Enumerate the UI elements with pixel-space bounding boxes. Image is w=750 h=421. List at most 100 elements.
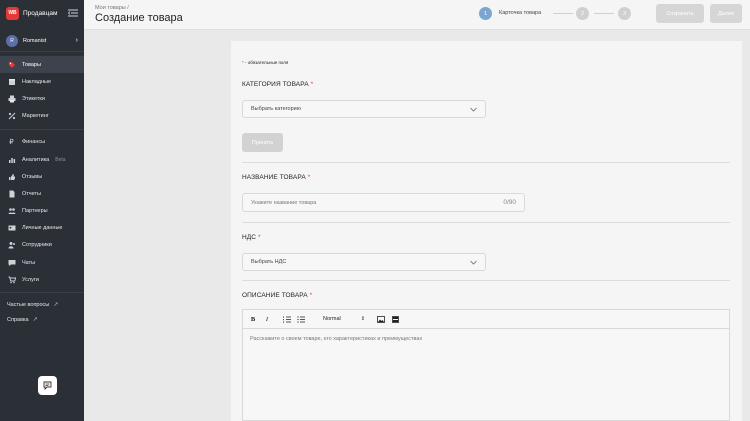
- menu-collapse-icon[interactable]: [68, 9, 78, 17]
- sidebar-item-employees[interactable]: Сотрудники: [0, 237, 84, 254]
- sidebar-item-reviews[interactable]: Отзывы: [0, 168, 84, 185]
- id-card-icon: [7, 224, 16, 233]
- printer-icon: [7, 94, 16, 103]
- user-name: Romanist: [23, 37, 47, 44]
- next-button[interactable]: Далее: [710, 4, 742, 23]
- name-label: НАЗВАНИЕ ТОВАРА *: [242, 174, 311, 181]
- product-name-input[interactable]: Укажите название товара 0/90: [242, 193, 525, 212]
- image-icon[interactable]: [377, 314, 385, 324]
- step-1-label: Карточка товара: [499, 10, 542, 16]
- text-format-value: Normal: [323, 316, 341, 322]
- support-chat-button[interactable]: [38, 376, 57, 395]
- sidebar-item-personal-data[interactable]: Личные данные: [0, 220, 84, 237]
- breadcrumb[interactable]: Мои товары /: [95, 5, 129, 11]
- sidebar-item-analytics[interactable]: Аналитика Beta: [0, 151, 84, 168]
- sidebar-item-label: Партнеры: [22, 208, 48, 215]
- sidebar-item-labels[interactable]: Этикетки: [0, 90, 84, 107]
- sidebar-item-label: Чаты: [22, 259, 36, 266]
- avatar: R: [6, 34, 18, 47]
- sidebar-item-marketing[interactable]: Маркетинг: [0, 108, 84, 125]
- user-profile[interactable]: R Romanist ›: [0, 30, 84, 52]
- sidebar-item-chats[interactable]: Чаты: [0, 254, 84, 271]
- description-label: ОПИСАНИЕ ТОВАРА *: [242, 292, 313, 299]
- thumbs-icon: [7, 172, 16, 181]
- users-icon: [7, 241, 16, 250]
- percent-icon: [7, 112, 16, 121]
- divider: [0, 128, 84, 130]
- editor-toolbar: B I Normal ⇕: [243, 310, 729, 329]
- vat-label: НДС *: [242, 234, 261, 241]
- chevron-down-icon: [469, 259, 477, 265]
- box-icon: [7, 77, 16, 86]
- description-placeholder: Расскажите о своем товаре, его характери…: [250, 336, 423, 342]
- sidebar-nav: Товары Накладные Этикетки Маркетинг ₽ Фи…: [0, 52, 84, 327]
- product-form: * - обязательные поля КАТЕГОРИЯ ТОВАРА *…: [231, 41, 742, 421]
- sidebar-item-services[interactable]: Услуги: [0, 271, 84, 288]
- sidebar-item-label: Этикетки: [22, 95, 45, 102]
- brand: WB Продавцам: [0, 0, 84, 26]
- sidebar-item-label: Отчеты: [22, 190, 42, 197]
- sidebar-item-invoices[interactable]: Накладные: [0, 73, 84, 90]
- sidebar-item-label: Личные данные: [22, 225, 63, 232]
- external-link-icon: ↗: [53, 302, 59, 309]
- sidebar-item-products[interactable]: Товары: [0, 56, 84, 74]
- sidebar-item-label: Сотрудники: [22, 242, 52, 249]
- step-3: 3: [618, 7, 631, 20]
- ruble-icon: ₽: [9, 139, 14, 147]
- sidebar-item-label: Финансы: [22, 139, 46, 146]
- sidebar-item-reports[interactable]: Отчеты: [0, 185, 84, 202]
- page-header: Мои товары / Создание товара 1 Карточка …: [84, 0, 750, 30]
- chevron-right-icon: ›: [75, 37, 78, 44]
- faq-link-label: Частые вопросы: [7, 301, 50, 308]
- up-down-icon: ⇕: [360, 316, 365, 322]
- tag-icon: [7, 60, 16, 69]
- product-name-placeholder: Укажите название товара: [251, 199, 317, 206]
- step-1: 1: [479, 7, 492, 20]
- category-select-value: Выбрать категорию: [251, 106, 301, 112]
- divider: [242, 162, 730, 163]
- ordered-list-icon[interactable]: [283, 314, 291, 324]
- char-counter: 0/90: [503, 199, 516, 206]
- required-note: * - обязательные поля: [242, 60, 289, 65]
- description-textarea[interactable]: Расскажите о своем товаре, его характери…: [243, 329, 729, 349]
- chat-icon: [7, 258, 16, 267]
- vat-select-value: Выбрать НДС: [251, 259, 287, 265]
- brand-name: Продавцам: [23, 9, 58, 17]
- save-button[interactable]: Сохранить: [656, 4, 704, 23]
- apply-category-button[interactable]: Принять: [242, 133, 283, 152]
- sidebar-item-label: Услуги: [22, 276, 39, 283]
- sidebar-item-label: Маркетинг: [22, 113, 49, 120]
- document-icon: [7, 189, 16, 198]
- divider: [242, 280, 730, 281]
- faq-link[interactable]: Частые вопросы ↗: [0, 297, 84, 312]
- sidebar-item-label: Товары: [22, 61, 41, 68]
- message-icon: [43, 377, 52, 395]
- step-2: 2: [576, 7, 589, 20]
- cart-icon: [7, 275, 16, 284]
- page-title: Создание товара: [95, 12, 183, 24]
- help-link-label: Справка: [7, 316, 29, 323]
- category-select[interactable]: Выбрать категорию: [242, 100, 486, 118]
- step-connector: [594, 13, 614, 14]
- sidebar: WB Продавцам R Romanist › Товары Накладн…: [0, 0, 84, 421]
- divider: [0, 292, 84, 294]
- partners-icon: [7, 207, 16, 216]
- help-link[interactable]: Справка ↗: [0, 312, 84, 327]
- text-format-select[interactable]: Normal ⇕: [323, 316, 365, 322]
- sidebar-item-label: Отзывы: [22, 173, 43, 180]
- description-editor: B I Normal ⇕ Расскажите о своем товаре, …: [242, 309, 730, 421]
- divider: [242, 222, 730, 223]
- category-label: КАТЕГОРИЯ ТОВАРА *: [242, 81, 314, 88]
- bold-icon[interactable]: B: [249, 314, 257, 324]
- video-icon[interactable]: [391, 314, 399, 324]
- beta-badge: Beta: [55, 156, 66, 163]
- vat-select[interactable]: Выбрать НДС: [242, 253, 486, 271]
- sidebar-item-partners[interactable]: Партнеры: [0, 203, 84, 220]
- sidebar-item-label: Аналитика: [22, 156, 50, 163]
- chevron-down-icon: [469, 106, 477, 112]
- brand-logo: WB: [6, 6, 19, 20]
- bullet-list-icon[interactable]: [297, 314, 305, 324]
- italic-icon[interactable]: I: [263, 314, 271, 324]
- sidebar-item-label: Накладные: [22, 78, 52, 85]
- sidebar-item-finance[interactable]: ₽ Финансы: [0, 134, 84, 151]
